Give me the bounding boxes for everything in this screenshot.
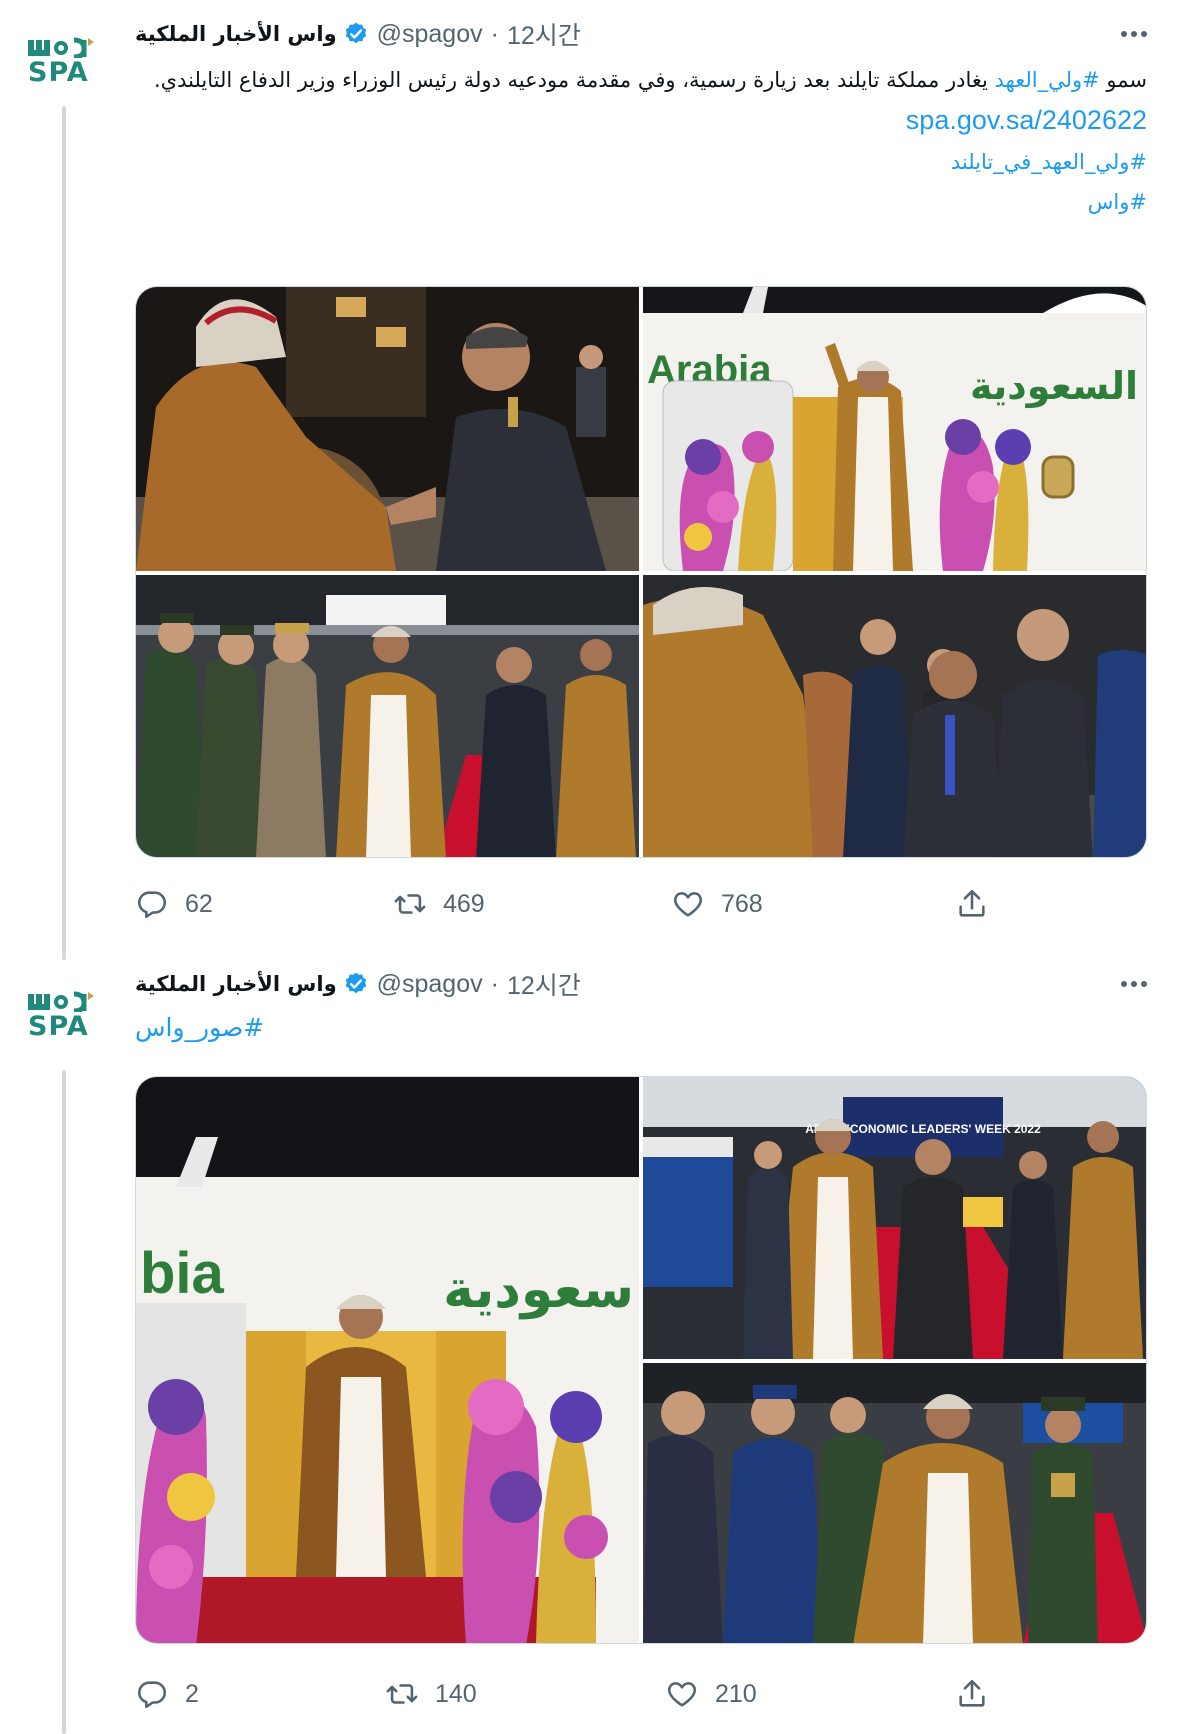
photo-handshake[interactable] [136, 287, 639, 571]
hashtag-spa[interactable]: #واس [1088, 190, 1147, 214]
account-handle[interactable]: @spagov [377, 970, 483, 999]
hashtag-photos[interactable]: #صور_واس [135, 1013, 264, 1042]
separator: · [490, 19, 499, 48]
photo-grid: bia سعودية APEC ECONOMIC LEADERS' WEEK 2… [135, 1076, 1147, 1644]
tweet[interactable]: SPA واس الأخبار الملكية @spagov · 12시간 #… [0, 960, 1194, 1734]
reply-button[interactable]: 62 [135, 884, 213, 924]
verified-badge-icon [345, 972, 366, 994]
photo-plane-door[interactable]: bia سعودية [136, 1077, 639, 1643]
share-button[interactable] [955, 1674, 989, 1714]
tweet-text: سمو #ولي_العهد يغادر مملكة تايلند بعد زي… [135, 60, 1147, 222]
verified-badge-icon [345, 22, 366, 44]
retweet-count: 140 [435, 1679, 477, 1708]
more-options-icon[interactable] [1114, 966, 1154, 1002]
retweet-icon [394, 894, 426, 914]
tweet-time[interactable]: 12시간 [507, 966, 581, 1002]
thread-line [62, 106, 66, 960]
like-button[interactable]: 210 [665, 1674, 757, 1714]
photo-greeting[interactable] [643, 575, 1146, 857]
tweet-text: #صور_واس [135, 1008, 1147, 1049]
avatar[interactable]: SPA [28, 36, 98, 86]
reply-count: 2 [185, 1679, 199, 1708]
tweet[interactable]: SPA واس الأخبار الملكية @spagov · 12시간 س… [0, 0, 1194, 960]
avatar-logo-text: SPA [28, 1011, 89, 1042]
separator: · [490, 969, 499, 998]
reply-icon [138, 1681, 167, 1709]
photo-plane-waving[interactable]: Arabia السعودية [643, 287, 1146, 571]
account-name[interactable]: واس الأخبار الملكية [135, 22, 337, 46]
retweet-count: 469 [443, 889, 485, 918]
account-handle[interactable]: @spagov [377, 20, 483, 49]
retweet-icon [386, 1684, 418, 1704]
retweet-button[interactable]: 469 [393, 884, 485, 924]
like-icon [673, 892, 703, 917]
text-prefix: سمو [1099, 68, 1147, 92]
spa-logo-icon [28, 37, 94, 58]
retweet-button[interactable]: 140 [385, 1674, 477, 1714]
reply-count: 62 [185, 889, 213, 918]
like-count: 768 [721, 889, 763, 918]
photo-text-saudia: سعودية [443, 1260, 634, 1320]
photo-salute-handshake[interactable] [643, 1363, 1146, 1643]
tweet-actions: 62 469 768 [135, 884, 1035, 924]
share-icon [959, 1679, 985, 1707]
text-body: يغادر مملكة تايلند بعد زيارة رسمية، وفي … [153, 68, 995, 92]
tweet-paragraph: سمو #ولي_العهد يغادر مملكة تايلند بعد زي… [135, 60, 1147, 100]
thread-line [62, 1070, 66, 1734]
share-button[interactable] [955, 884, 989, 924]
photo-grid: Arabia السعودية [135, 286, 1147, 858]
like-icon [667, 1682, 697, 1707]
photo-soldiers-salute[interactable] [136, 575, 639, 857]
reply-button[interactable]: 2 [135, 1674, 199, 1714]
hashtag-thailand[interactable]: #ولي_العهد_في_تايلند [951, 150, 1147, 174]
more-options-icon[interactable] [1114, 16, 1154, 52]
avatar-logo-text: SPA [28, 57, 89, 88]
photo-red-carpet[interactable]: APEC ECONOMIC LEADERS' WEEK 2022 [643, 1077, 1146, 1359]
photo-text-saudia: السعودية [970, 364, 1138, 408]
like-count: 210 [715, 1679, 757, 1708]
tweet-link[interactable]: spa.gov.sa/2402622 [906, 105, 1147, 135]
hashtag-crown-prince[interactable]: #ولي_العهد [995, 68, 1100, 92]
tweet-header: واس الأخبار الملكية @spagov · 12시간 [135, 966, 1154, 1002]
photo-text-arabia: bia [140, 1241, 225, 1306]
tweet-header: واس الأخبار الملكية @spagov · 12시간 [135, 16, 1154, 52]
account-name[interactable]: واس الأخبار الملكية [135, 972, 337, 996]
reply-icon [138, 891, 167, 919]
avatar[interactable]: SPA [28, 990, 98, 1040]
tweet-actions: 2 140 210 [135, 1674, 1035, 1714]
spa-logo-icon [28, 991, 94, 1012]
tweet-time[interactable]: 12시간 [507, 16, 581, 52]
like-button[interactable]: 768 [671, 884, 763, 924]
share-icon [959, 889, 985, 917]
